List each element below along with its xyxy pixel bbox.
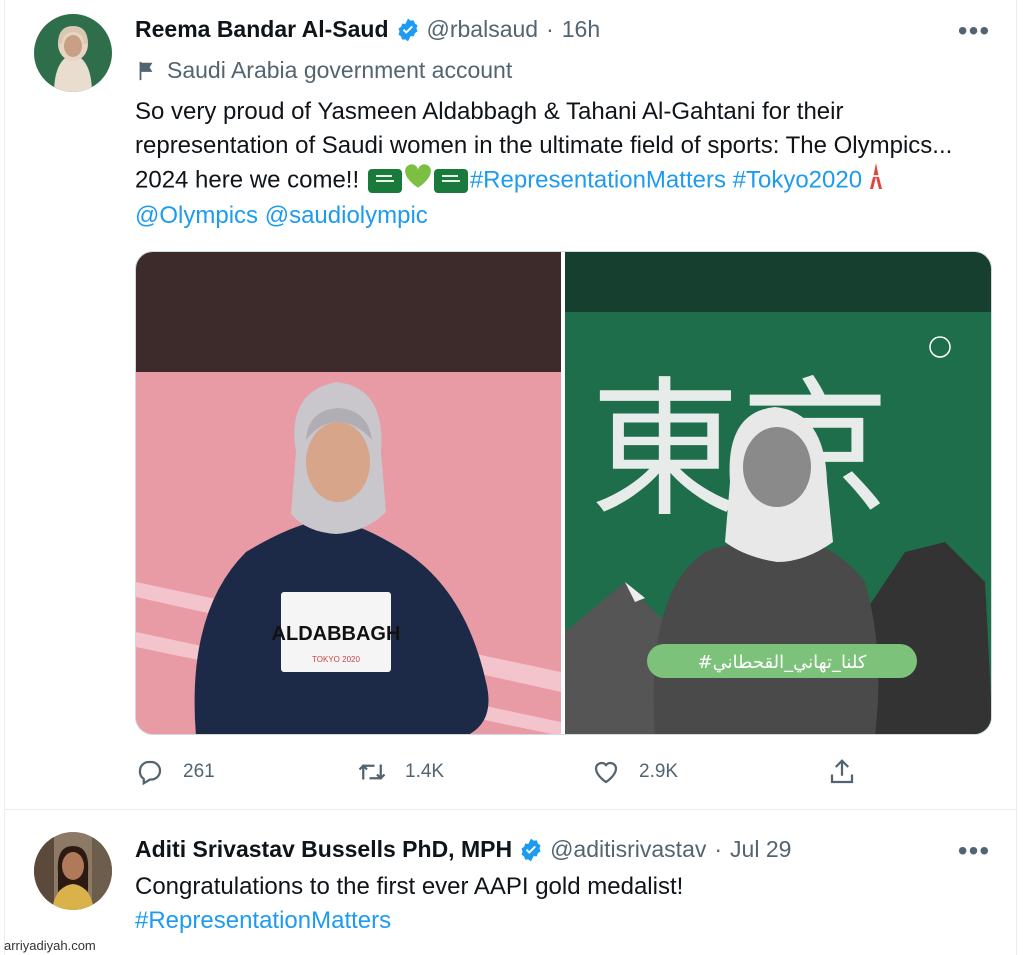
tweet-header: Reema Bandar Al-Saud @rbalsaud · 16h xyxy=(135,16,600,43)
retweet-count: 1.4K xyxy=(405,761,445,782)
government-label: Saudi Arabia government account xyxy=(135,57,512,84)
tweet-header: Aditi Srivastav Bussells PhD, MPH @aditi… xyxy=(135,836,791,863)
hashtag-link[interactable]: #Tokyo2020 xyxy=(733,166,862,193)
athlete-poster[interactable]: 東京 #كلنا_تهاني_القحطاني xyxy=(565,252,991,734)
mention-link[interactable]: @saudiolympic xyxy=(265,202,428,229)
avatar[interactable] xyxy=(34,832,112,910)
verified-badge-icon xyxy=(395,17,421,43)
reply-button[interactable]: 261 xyxy=(135,757,215,787)
flag-icon xyxy=(139,61,153,80)
like-count: 2.9K xyxy=(639,761,679,782)
like-icon xyxy=(594,761,618,784)
tweet-card[interactable]: Aditi Srivastav Bussells PhD, MPH @aditi… xyxy=(4,812,1016,955)
tweet-media[interactable]: ALDABBAGH TOKYO 2020 東京 #كلنا_تهاني_القح… xyxy=(135,251,992,735)
author-name[interactable]: Reema Bandar Al-Saud xyxy=(135,16,389,43)
bib-sub: TOKYO 2020 xyxy=(312,655,360,664)
tweet-card[interactable]: Reema Bandar Al-Saud @rbalsaud · 16h •••… xyxy=(4,0,1016,810)
tokyo-tower-icon xyxy=(869,163,883,199)
avatar[interactable] xyxy=(34,14,112,92)
share-icon xyxy=(830,759,854,784)
athlete-photo[interactable]: ALDABBAGH TOKYO 2020 xyxy=(136,252,561,734)
mention-link[interactable]: @Olympics xyxy=(135,202,258,229)
timestamp[interactable]: Jul 29 xyxy=(730,836,791,863)
author-handle[interactable]: @rbalsaud xyxy=(427,16,539,43)
saudi-flag-icon xyxy=(433,169,468,193)
saudi-flag-icon xyxy=(367,169,402,193)
separator: · xyxy=(714,836,723,862)
reply-count: 261 xyxy=(183,761,215,782)
hashtag-link[interactable]: #RepresentationMatters xyxy=(135,907,391,934)
author-name[interactable]: Aditi Srivastav Bussells PhD, MPH xyxy=(135,836,512,863)
more-icon[interactable]: ••• xyxy=(954,15,994,46)
watermark: arriyadiyah.com xyxy=(4,938,96,953)
share-button[interactable] xyxy=(827,757,875,787)
reply-icon xyxy=(138,760,162,786)
separator: · xyxy=(546,16,554,42)
poster-banner: #كلنا_تهاني_القحطاني xyxy=(698,652,867,673)
timestamp[interactable]: 16h xyxy=(562,16,600,43)
more-icon[interactable]: ••• xyxy=(954,835,994,866)
like-button[interactable]: 2.9K xyxy=(591,757,678,787)
retweet-button[interactable]: 1.4K xyxy=(357,757,444,787)
government-label-text: Saudi Arabia government account xyxy=(167,57,513,83)
tweet-body: Congratulations to the first ever AAPI g… xyxy=(135,873,684,900)
tweet-text: So very proud of Yasmeen Aldabbagh & Tah… xyxy=(135,95,965,233)
verified-badge-icon xyxy=(518,837,544,863)
author-handle[interactable]: @aditisrivastav xyxy=(550,836,706,863)
retweet-icon xyxy=(358,764,386,780)
tweet-text: Congratulations to the first ever AAPI g… xyxy=(135,870,965,938)
green-heart-icon xyxy=(404,163,432,199)
hashtag-link[interactable]: #RepresentationMatters xyxy=(470,166,726,193)
bib-name: ALDABBAGH xyxy=(272,623,401,645)
tweet-actions: 261 1.4K 2.9K xyxy=(135,757,865,789)
